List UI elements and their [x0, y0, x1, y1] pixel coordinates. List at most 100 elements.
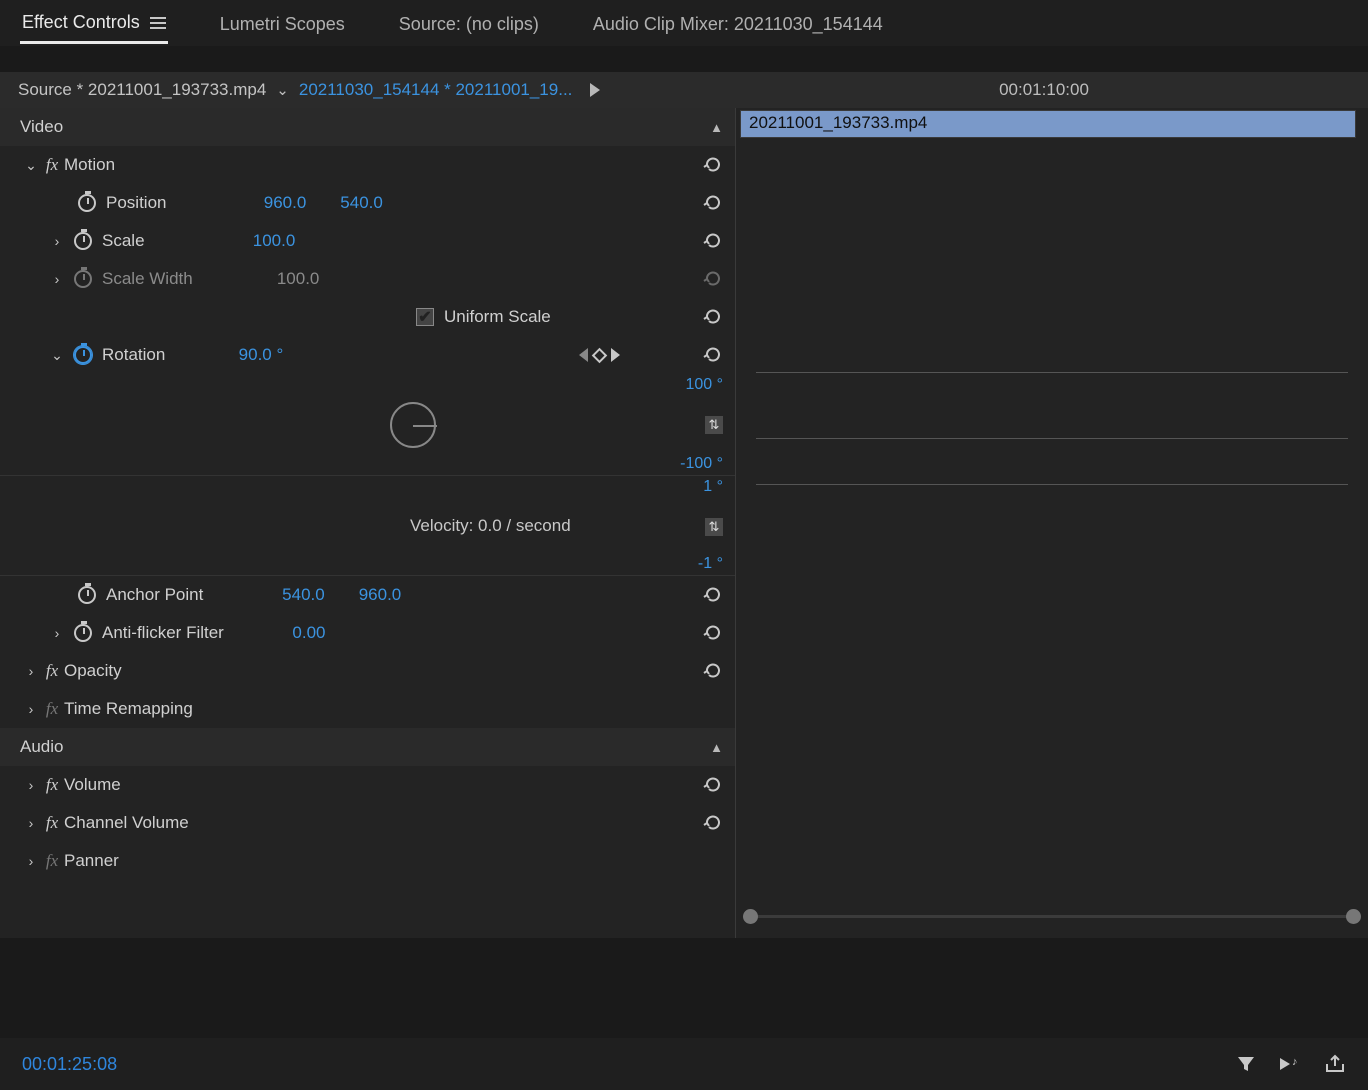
section-label: Video	[20, 117, 63, 137]
graph-max: 100 °	[685, 376, 723, 394]
status-bar: 00:01:25:08 ♪	[0, 1038, 1368, 1090]
effect-volume[interactable]: › fx Volume	[0, 766, 735, 804]
chevron-down-icon[interactable]: ⌄	[276, 81, 289, 99]
property-label: Anti-flicker Filter	[102, 623, 224, 643]
effect-channel-volume[interactable]: › fx Channel Volume	[0, 804, 735, 842]
reset-icon[interactable]	[701, 585, 725, 605]
fx-badge-icon: fx	[40, 699, 64, 719]
effect-label: Opacity	[64, 661, 122, 681]
rotation-velocity-graph[interactable]: 1 ° Velocity: 0.0 / second ⇅ -1 °	[0, 476, 735, 576]
uniform-scale-checkbox[interactable]: ✔	[416, 308, 434, 326]
position-x-value[interactable]: 960.0	[264, 193, 307, 213]
effect-time-remapping[interactable]: › fx Time Remapping	[0, 690, 735, 728]
tab-lumetri-scopes[interactable]: Lumetri Scopes	[218, 4, 347, 43]
fx-badge-icon: fx	[40, 851, 64, 871]
stopwatch-icon[interactable]	[78, 194, 96, 212]
effect-label: Panner	[64, 851, 119, 871]
graph-scale-icon[interactable]: ⇅	[705, 518, 723, 536]
source-clip-label: Source * 20211001_193733.mp4	[18, 80, 266, 100]
svg-text:♪: ♪	[1292, 1056, 1298, 1068]
ruler-timecode: 00:01:10:00	[730, 80, 1358, 100]
twirl-right-icon[interactable]: ›	[22, 777, 40, 793]
reset-icon[interactable]	[701, 775, 725, 795]
scale-width-value: 100.0	[277, 269, 320, 289]
rotation-value[interactable]: 90.0 °	[239, 345, 284, 365]
tab-effect-controls[interactable]: Effect Controls	[20, 2, 168, 44]
video-section-header[interactable]: Video ▲	[0, 108, 735, 146]
reset-icon[interactable]	[701, 345, 725, 365]
property-anchor-point: Anchor Point 540.0 960.0	[0, 576, 735, 614]
reset-icon[interactable]	[701, 193, 725, 213]
reset-icon[interactable]	[701, 623, 725, 643]
zoom-handle-left[interactable]	[743, 909, 758, 924]
play-icon[interactable]	[590, 83, 600, 97]
add-keyframe-icon[interactable]	[591, 347, 607, 363]
stopwatch-active-icon[interactable]	[74, 346, 92, 364]
reset-icon	[701, 269, 725, 289]
audio-section-header[interactable]: Audio ▲	[0, 728, 735, 766]
twirl-right-icon[interactable]: ›	[48, 233, 66, 249]
property-label: Rotation	[102, 345, 165, 365]
fx-badge-icon: fx	[40, 155, 64, 175]
reset-icon[interactable]	[701, 813, 725, 833]
anchor-x-value[interactable]: 540.0	[282, 585, 325, 605]
twirl-right-icon[interactable]: ›	[48, 271, 66, 287]
velocity-min: -1 °	[698, 555, 723, 573]
twirl-down-icon[interactable]: ⌄	[48, 347, 66, 364]
effect-label: Time Remapping	[64, 699, 193, 719]
export-icon[interactable]	[1324, 1054, 1346, 1074]
rotation-dial-icon[interactable]	[390, 402, 436, 448]
tab-source[interactable]: Source: (no clips)	[397, 4, 541, 43]
twirl-right-icon[interactable]: ›	[22, 853, 40, 869]
graph-scale-icon[interactable]: ⇅	[705, 416, 723, 434]
keyframe-navigator	[579, 348, 620, 362]
position-y-value[interactable]: 540.0	[340, 193, 383, 213]
tab-label: Effect Controls	[22, 12, 140, 33]
effect-label: Volume	[64, 775, 121, 795]
graph-min: -100 °	[680, 455, 723, 473]
effect-motion[interactable]: ⌄ fx Motion	[0, 146, 735, 184]
sequence-clip-label[interactable]: 20211030_154144 * 20211001_19...	[299, 80, 573, 100]
twirl-right-icon[interactable]: ›	[22, 701, 40, 717]
fx-badge-icon: fx	[40, 775, 64, 795]
prev-keyframe-icon[interactable]	[579, 348, 588, 362]
collapse-up-icon[interactable]: ▲	[710, 120, 723, 135]
property-label: Uniform Scale	[444, 307, 551, 327]
property-rotation: ⌄ Rotation 90.0 °	[0, 336, 735, 374]
twirl-down-icon[interactable]: ⌄	[22, 157, 40, 174]
property-scale: › Scale 100.0	[0, 222, 735, 260]
zoom-scrollbar[interactable]	[746, 904, 1358, 928]
property-position: Position 960.0 540.0	[0, 184, 735, 222]
play-audio-icon[interactable]: ♪	[1278, 1054, 1302, 1074]
filter-icon[interactable]	[1236, 1054, 1256, 1074]
timeline-clip-bar[interactable]: 20211001_193733.mp4	[740, 110, 1356, 138]
twirl-right-icon[interactable]: ›	[22, 663, 40, 679]
tab-audio-clip-mixer[interactable]: Audio Clip Mixer: 20211030_154144	[591, 4, 885, 43]
property-label: Anchor Point	[106, 585, 203, 605]
collapse-up-icon[interactable]: ▲	[710, 740, 723, 755]
effect-controls-list: Video ▲ ⌄ fx Motion Position 960.0 540.0…	[0, 108, 735, 938]
fx-badge-icon: fx	[40, 661, 64, 681]
antiflicker-value[interactable]: 0.00	[292, 623, 325, 643]
reset-icon[interactable]	[701, 307, 725, 327]
panel-menu-icon[interactable]	[150, 17, 166, 29]
stopwatch-icon	[74, 270, 92, 288]
stopwatch-icon[interactable]	[78, 586, 96, 604]
effect-opacity[interactable]: › fx Opacity	[0, 652, 735, 690]
twirl-right-icon[interactable]: ›	[48, 625, 66, 641]
twirl-right-icon[interactable]: ›	[22, 815, 40, 831]
stopwatch-icon[interactable]	[74, 624, 92, 642]
rotation-value-graph[interactable]: 100 ° ⇅ -100 °	[0, 374, 735, 476]
zoom-handle-right[interactable]	[1346, 909, 1361, 924]
reset-icon[interactable]	[701, 661, 725, 681]
current-timecode[interactable]: 00:01:25:08	[22, 1054, 117, 1075]
scale-value[interactable]: 100.0	[253, 231, 296, 251]
fx-badge-icon: fx	[40, 813, 64, 833]
next-keyframe-icon[interactable]	[611, 348, 620, 362]
rotation-graph-lane[interactable]	[736, 366, 1368, 491]
effect-panner[interactable]: › fx Panner	[0, 842, 735, 880]
stopwatch-icon[interactable]	[74, 232, 92, 250]
reset-icon[interactable]	[701, 231, 725, 251]
anchor-y-value[interactable]: 960.0	[359, 585, 402, 605]
reset-icon[interactable]	[701, 155, 725, 175]
